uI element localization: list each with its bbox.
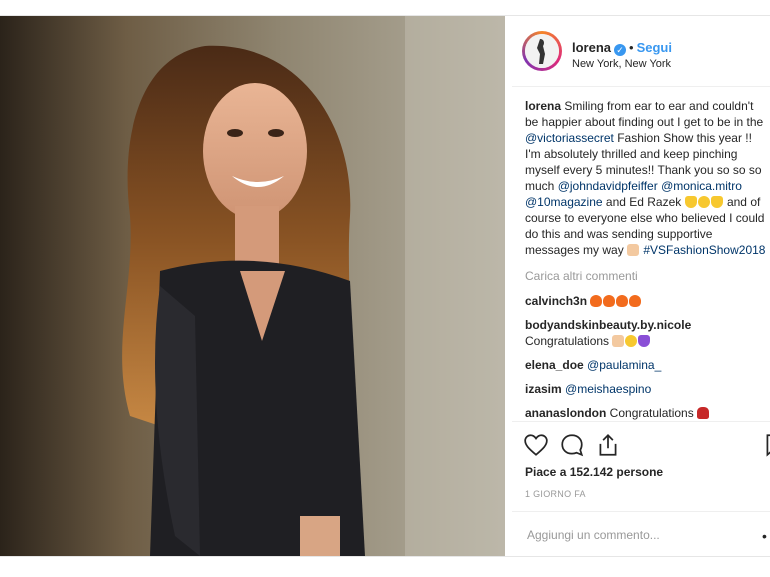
comment-item: elena_doe @paulamina_ <box>525 357 770 373</box>
post-header: lorena ✓ • Segui New York, New York <box>512 16 770 87</box>
username-link[interactable]: lorena <box>572 40 611 55</box>
post-side-panel: lorena ✓ • Segui New York, New York lorena … <box>512 16 770 556</box>
mention-link[interactable]: @paulamina_ <box>587 358 661 372</box>
yellow-heart-emoji-icon <box>684 196 697 208</box>
dancer-emoji-icon <box>697 407 710 419</box>
comment-text: Congratulations <box>606 406 698 420</box>
caption-text-3: and Ed Razek <box>602 195 685 209</box>
comment-username[interactable]: elena_doe <box>525 358 584 372</box>
comment-item: bodyandskinbeauty.by.nicole Congratulati… <box>525 317 770 349</box>
mention-link[interactable]: @10magazine <box>525 195 603 209</box>
comment-username[interactable]: calvinch3n <box>525 294 587 308</box>
header-user-line: lorena ✓ • Segui <box>572 40 672 56</box>
load-more-comments-button[interactable]: Carica altri commenti <box>525 268 770 284</box>
fire-emoji-icon <box>616 295 629 307</box>
add-comment-bar: • <box>512 511 770 557</box>
avatar-image <box>525 34 559 68</box>
comment-bubble-icon[interactable] <box>559 432 585 458</box>
comment-item: izasim @meishaespino <box>525 381 770 397</box>
mention-link[interactable]: @monica.mitro <box>661 179 742 193</box>
avatar-figure-icon <box>525 34 559 68</box>
hashtag-link[interactable]: #VSFashionShow2018 <box>643 243 765 257</box>
comment-item: calvinch3n <box>525 293 770 309</box>
caption-text-1: Smiling from ear to ear and couldn't be … <box>525 99 764 129</box>
praying-hands-emoji-icon <box>627 244 640 256</box>
comment-text: Congratulations <box>525 334 613 348</box>
more-options-icon[interactable]: • <box>762 528 767 544</box>
comment-input[interactable] <box>525 525 749 545</box>
heart-outline-icon[interactable] <box>523 432 549 458</box>
mention-link[interactable]: @victoriassecret <box>525 131 614 145</box>
smiling-face-emoji-icon <box>697 196 710 208</box>
comment-username[interactable]: izasim <box>525 382 562 396</box>
comment-username[interactable]: ananaslondon <box>525 406 606 420</box>
avatar[interactable] <box>522 31 562 71</box>
post-actions-bar <box>512 421 770 462</box>
likes-count[interactable]: Piace a 152.142 persone <box>525 465 663 479</box>
woman-portrait-image <box>0 16 505 556</box>
bookmark-icon[interactable] <box>762 432 770 458</box>
post-timestamp[interactable]: 1 GIORNO FA <box>525 489 586 499</box>
raising-hands-emoji-icon <box>612 335 625 347</box>
caption: lorena Smiling from ear to ear and could… <box>525 98 770 258</box>
fire-emoji-icon <box>603 295 616 307</box>
fire-emoji-icon <box>590 295 603 307</box>
comments-section: lorena Smiling from ear to ear and could… <box>525 98 770 429</box>
instagram-post: lorena ✓ • Segui New York, New York lorena … <box>0 15 770 557</box>
post-photo[interactable] <box>0 16 505 556</box>
comment-item: ananaslondon Congratulations <box>525 405 770 421</box>
follow-button[interactable]: Segui <box>637 40 672 55</box>
mention-link[interactable]: @meishaespino <box>565 382 651 396</box>
location-link[interactable]: New York, New York <box>572 58 671 70</box>
verified-badge-icon: ✓ <box>614 44 627 56</box>
share-icon[interactable] <box>595 432 621 458</box>
purple-heart-emoji-icon <box>638 335 651 347</box>
separator-dot: • <box>629 40 634 55</box>
yellow-heart-emoji-icon <box>710 196 723 208</box>
caption-username[interactable]: lorena <box>525 99 561 113</box>
mention-link[interactable]: @johndavidpfeiffer <box>558 179 658 193</box>
smiling-face-emoji-icon <box>625 335 638 347</box>
comment-username[interactable]: bodyandskinbeauty.by.nicole <box>525 318 691 332</box>
fire-emoji-icon <box>629 295 642 307</box>
